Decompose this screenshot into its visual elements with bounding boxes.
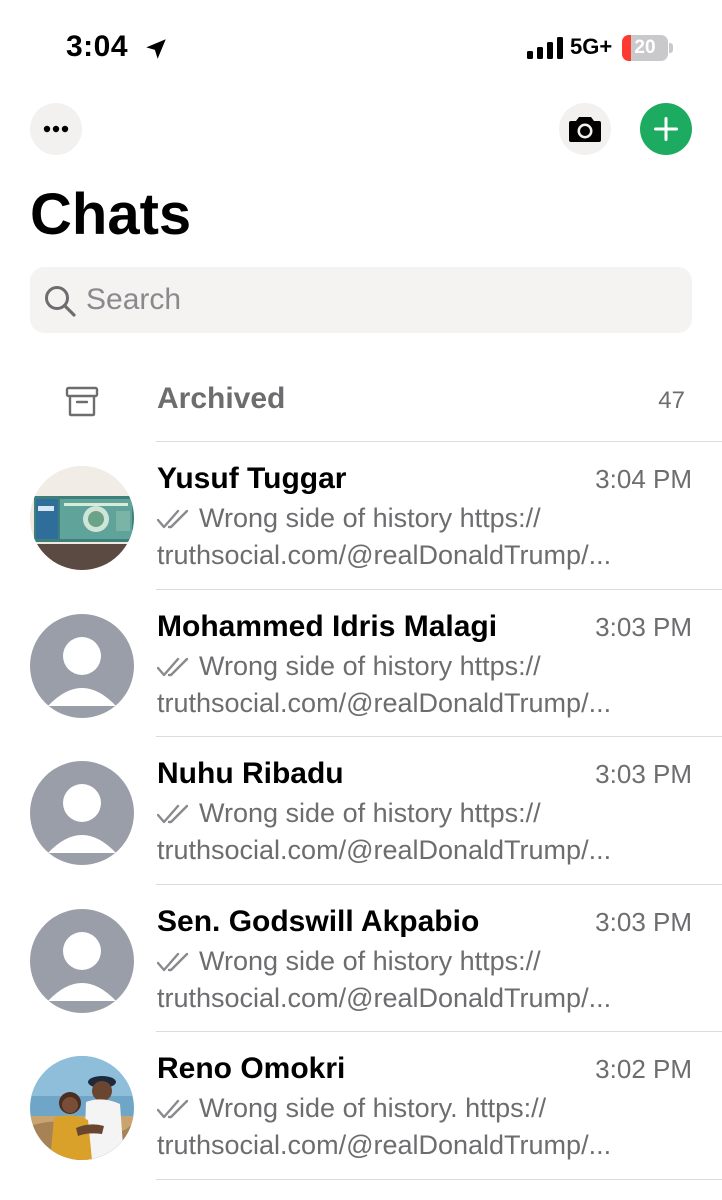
archive-box-icon <box>65 386 99 417</box>
chat-row[interactable]: Reno Omokri 3:02 PM Wrong side of histor… <box>0 1032 722 1179</box>
chat-preview-line2: truthsocial.com/@realDonaldTrump/... <box>157 983 612 1013</box>
network-type: 5G+ <box>570 34 613 59</box>
default-avatar-icon <box>30 909 134 1013</box>
camera-icon <box>569 117 601 142</box>
status-time: 3:04 <box>66 30 129 63</box>
search-bar[interactable] <box>30 267 692 333</box>
double-check-icon <box>157 509 189 528</box>
double-check-icon <box>157 657 189 676</box>
plus-icon <box>654 117 678 141</box>
status-bar: 3:04 5G+ 20 <box>0 0 722 96</box>
avatar[interactable] <box>30 909 134 1013</box>
chat-name: Sen. Godswill Akpabio <box>157 905 480 938</box>
default-avatar-icon <box>30 614 134 718</box>
chat-time: 3:03 PM <box>595 759 692 789</box>
double-check-icon <box>157 1099 189 1118</box>
chat-preview-line1: Wrong side of history https:// <box>199 503 541 533</box>
chat-preview: Wrong side of history https:// truthsoci… <box>157 648 657 722</box>
chat-preview: Wrong side of history https:// truthsoci… <box>157 795 657 869</box>
chat-time: 3:02 PM <box>595 1054 692 1084</box>
new-chat-button[interactable] <box>640 103 692 155</box>
chat-preview: Wrong side of history. https:// truthsoc… <box>157 1090 657 1164</box>
page-title: Chats <box>30 182 192 247</box>
search-input[interactable] <box>86 279 666 321</box>
chat-name: Reno Omokri <box>157 1052 346 1085</box>
cellular-signal-icon <box>527 37 563 59</box>
chat-preview-line1: Wrong side of history https:// <box>199 798 541 828</box>
double-check-icon <box>157 952 189 971</box>
chat-preview-line1: Wrong side of history https:// <box>199 946 541 976</box>
chat-preview: Wrong side of history https:// truthsoci… <box>157 500 657 574</box>
chat-preview-line1: Wrong side of history https:// <box>199 651 541 681</box>
more-options-button[interactable] <box>30 103 82 155</box>
chat-time: 3:03 PM <box>595 907 692 937</box>
location-arrow-icon <box>146 39 166 59</box>
chat-preview: Wrong side of history https:// truthsoci… <box>157 943 657 1017</box>
avatar[interactable] <box>30 466 134 570</box>
chat-preview-line2: truthsocial.com/@realDonaldTrump/... <box>157 1130 612 1160</box>
battery-icon: 20 <box>622 35 674 61</box>
archived-label: Archived <box>157 382 286 415</box>
chat-row[interactable]: Sen. Godswill Akpabio 3:03 PM Wrong side… <box>0 885 722 1032</box>
divider <box>156 1179 722 1180</box>
avatar[interactable] <box>30 761 134 865</box>
chat-preview-line2: truthsocial.com/@realDonaldTrump/... <box>157 835 612 865</box>
avatar[interactable] <box>30 1056 134 1160</box>
battery-percent: 20 <box>634 37 656 58</box>
chat-row[interactable]: Yusuf Tuggar 3:04 PM Wrong side of histo… <box>0 442 722 589</box>
camera-button[interactable] <box>559 103 611 155</box>
chat-row[interactable]: Mohammed Idris Malagi 3:03 PM Wrong side… <box>0 590 722 737</box>
chat-time: 3:04 PM <box>595 464 692 494</box>
archived-row[interactable]: Archived 47 <box>0 365 722 441</box>
chat-name: Mohammed Idris Malagi <box>157 610 498 643</box>
chat-name: Yusuf Tuggar <box>157 462 347 495</box>
avatar[interactable] <box>30 614 134 718</box>
chat-row[interactable]: Nuhu Ribadu 3:03 PM Wrong side of histor… <box>0 737 722 884</box>
chat-preview-line2: truthsocial.com/@realDonaldTrump/... <box>157 540 612 570</box>
chat-time: 3:03 PM <box>595 612 692 642</box>
double-check-icon <box>157 804 189 823</box>
search-icon <box>45 286 76 317</box>
chat-preview-line2: truthsocial.com/@realDonaldTrump/... <box>157 688 612 718</box>
chat-name: Nuhu Ribadu <box>157 757 344 790</box>
archived-count: 47 <box>658 387 685 414</box>
default-avatar-icon <box>30 761 134 865</box>
ellipsis-icon <box>43 125 69 133</box>
chat-preview-line1: Wrong side of history. https:// <box>199 1093 547 1123</box>
